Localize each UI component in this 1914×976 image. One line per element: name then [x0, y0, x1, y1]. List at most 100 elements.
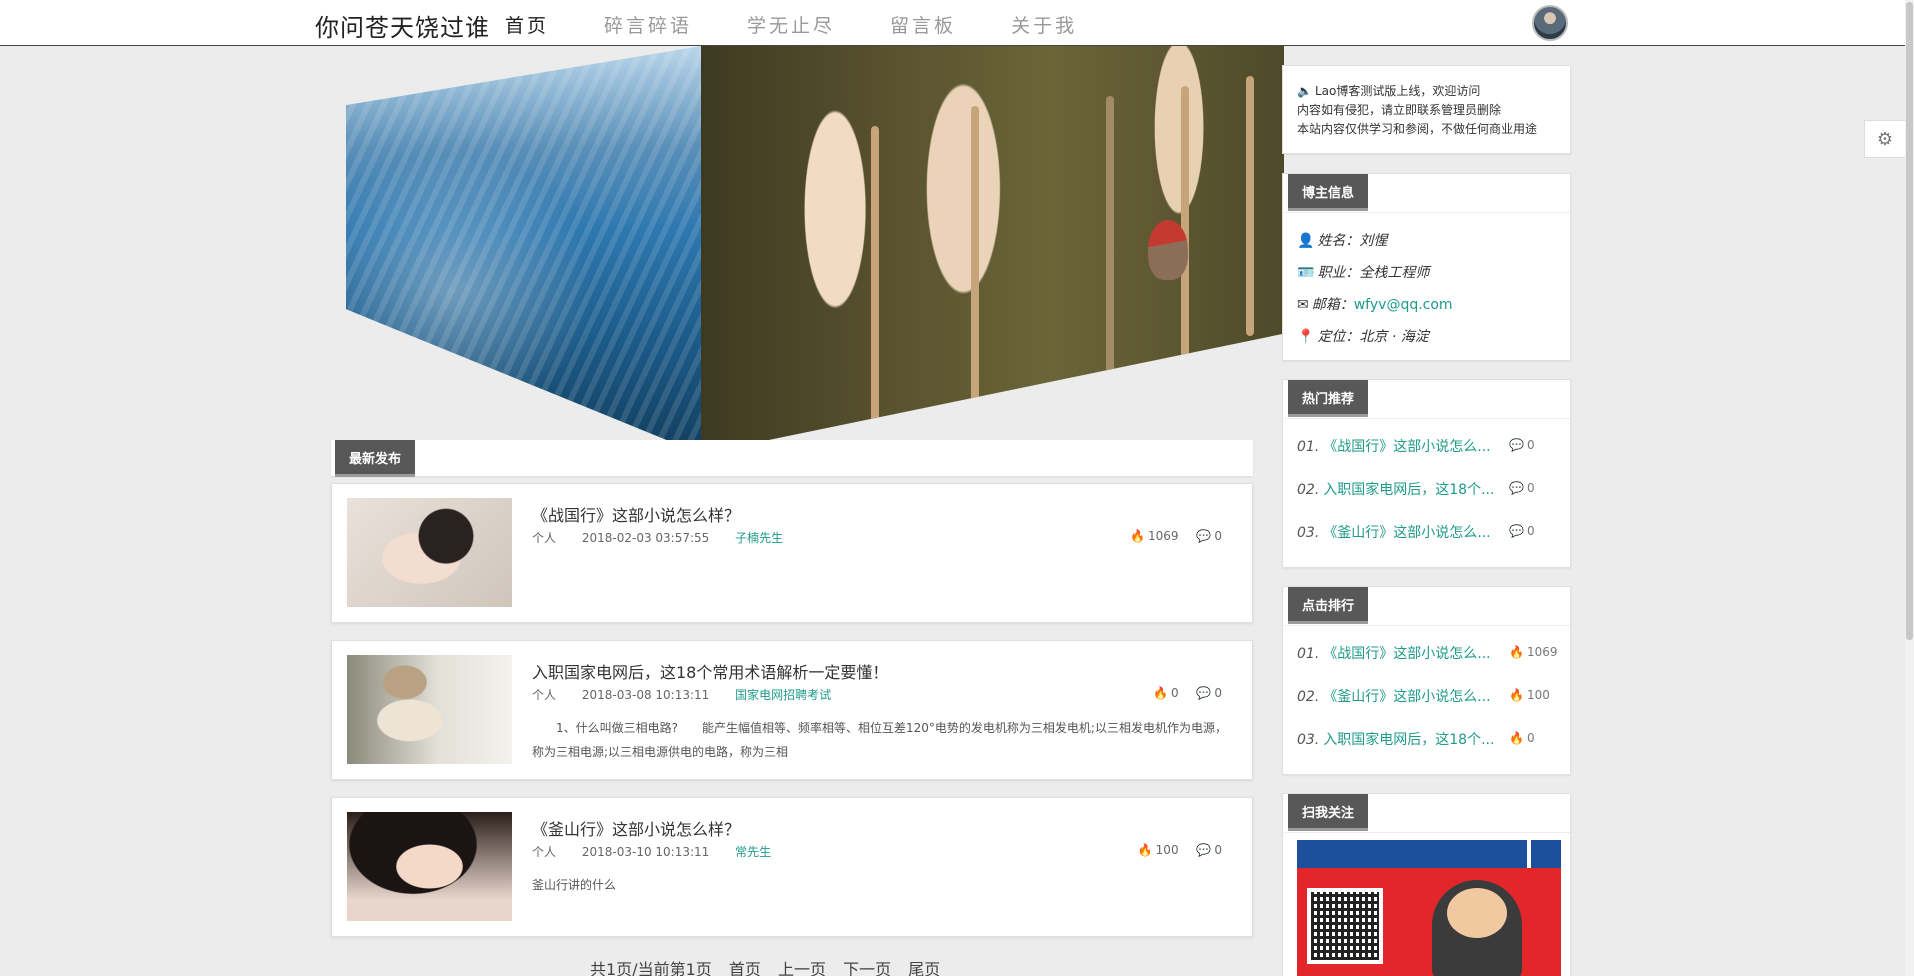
fire-icon: 🔥 [1137, 843, 1153, 857]
pager-next[interactable]: 下一页 [843, 960, 891, 976]
article-thumbnail[interactable] [347, 498, 512, 607]
rank-title[interactable]: 《釜山行》这部小说怎么... [1323, 525, 1490, 541]
owner-location-text: 定位：北京 · 海淀 [1317, 329, 1429, 345]
nav-learning[interactable]: 学无止尽 [747, 11, 835, 38]
notice-box: 🔈 Lao博客测试版上线，欢迎访问 内容如有侵犯，请立即联系管理员删除 本站内容仅… [1282, 65, 1571, 154]
nav-about[interactable]: 关于我 [1011, 11, 1077, 38]
article-tag[interactable]: 子楠先生 [735, 531, 783, 545]
owner-email: ✉ 邮箱：wfyv@qq.com [1297, 294, 1453, 314]
owner-info-label: 博主信息 [1288, 174, 1369, 211]
article-category[interactable]: 个人 [532, 845, 556, 859]
rank-title[interactable]: 《战国行》这部小说怎么... [1323, 646, 1490, 662]
pager-first[interactable]: 首页 [729, 960, 761, 976]
latest-label: 最新发布 [335, 440, 416, 477]
comment-icon: 💬 [1509, 438, 1524, 452]
owner-name-text: 姓名：刘惺 [1317, 233, 1388, 249]
rank-count-value: 0 [1526, 731, 1535, 745]
gear-icon: ⚙ [1876, 128, 1894, 150]
hot-item[interactable]: 02. 入职国家电网后，这18个... 💬 0 [1297, 479, 1559, 499]
page-scrollbar[interactable] [1905, 0, 1914, 976]
pager-last[interactable]: 尾页 [908, 960, 940, 976]
rank-count-value: 0 [1526, 524, 1535, 538]
id-card-icon: 🪪 [1297, 265, 1315, 281]
pagination: 共1页/当前第1页 首页 上一页 下一页 尾页 [590, 956, 952, 976]
owner-email-link[interactable]: wfyv@qq.com [1354, 297, 1453, 313]
settings-gear-button[interactable]: ⚙ [1864, 120, 1905, 158]
notice-line: 内容如有侵犯，请立即联系管理员删除 [1297, 103, 1502, 117]
carousel-slide-glacier[interactable] [346, 46, 701, 454]
article-category[interactable]: 个人 [532, 688, 556, 702]
qr-banner-gap [1527, 840, 1531, 868]
scrollbar-thumb[interactable] [1906, 2, 1913, 640]
pager-summary: 共1页/当前第1页 [590, 960, 712, 976]
main-nav: 首页 碎言碎语 学无止尽 留言板 关于我 [505, 11, 1132, 38]
user-avatar[interactable] [1532, 5, 1568, 41]
qr-banner [1297, 840, 1561, 868]
fire-icon: 🔥 [1509, 645, 1524, 659]
owner-email-label: 邮箱： [1311, 297, 1354, 313]
notice-line: Lao博客测试版上线，欢迎访问 [1314, 84, 1481, 98]
map-pin-icon: 📍 [1297, 329, 1315, 345]
article-stats: 🔥 1069 💬 0 [1116, 529, 1222, 543]
owner-job: 🪪 职业：全栈工程师 [1297, 262, 1429, 282]
rank-number: 01. [1297, 439, 1320, 455]
bird-photo-element [1148, 220, 1188, 280]
comment-icon: 💬 [1196, 686, 1212, 700]
rank-count-value: 0 [1526, 438, 1535, 452]
fire-icon: 🔥 [1509, 731, 1524, 745]
nav-musings[interactable]: 碎言碎语 [604, 11, 692, 38]
pager-prev[interactable]: 上一页 [778, 960, 826, 976]
rank-title[interactable]: 《釜山行》这部小说怎么... [1323, 689, 1490, 705]
click-rank-item[interactable]: 01. 《战国行》这部小说怎么... 🔥 1069 [1297, 643, 1559, 663]
divider [1283, 212, 1570, 213]
cartoon-face [1447, 888, 1507, 938]
owner-location: 📍 定位：北京 · 海淀 [1297, 326, 1429, 346]
article-date: 2018-02-03 03:57:55 [581, 531, 710, 545]
rank-count-value: 100 [1526, 688, 1550, 702]
article-stats: 🔥 0 💬 0 [1139, 686, 1222, 700]
article-thumbnail[interactable] [347, 655, 512, 764]
comment-icon: 💬 [1196, 843, 1212, 857]
article-tag[interactable]: 国家电网招聘考试 [735, 688, 831, 702]
article-title[interactable]: 《战国行》这部小说怎么样？ [532, 502, 740, 526]
site-title[interactable]: 你问苍天饶过谁 [315, 8, 490, 43]
click-ranking-label: 点击排行 [1288, 587, 1369, 624]
comment-icon: 💬 [1509, 524, 1524, 538]
reed-stalk [871, 126, 879, 454]
rank-count: 🔥 0 [1509, 731, 1535, 745]
rank-count: 💬 0 [1509, 481, 1535, 495]
nav-home[interactable]: 首页 [505, 11, 549, 38]
rank-count: 💬 0 [1509, 524, 1535, 538]
follow-box: 扫我关注 [1282, 793, 1571, 976]
hot-item[interactable]: 03. 《釜山行》这部小说怎么... 💬 0 [1297, 522, 1559, 542]
carousel-slide-reeds-bird[interactable] [701, 46, 1284, 454]
click-rank-item[interactable]: 03. 入职国家电网后，这18个... 🔥 0 [1297, 729, 1559, 749]
hot-item[interactable]: 01. 《战国行》这部小说怎么... 💬 0 [1297, 436, 1559, 456]
hot-recommend-box: 热门推荐 01. 《战国行》这部小说怎么... 💬 0 02. 入职国家电网后，这18… [1282, 379, 1571, 568]
article-category[interactable]: 个人 [532, 531, 556, 545]
article-card: 《战国行》这部小说怎么样？ 个人 2018-02-03 03:57:55 子楠先… [331, 483, 1253, 623]
view-count: 0 [1170, 686, 1179, 700]
article-thumbnail[interactable] [347, 812, 512, 921]
nav-guestbook[interactable]: 留言板 [890, 11, 956, 38]
comment-count: 0 [1214, 843, 1222, 857]
divider [1283, 832, 1570, 833]
fire-icon: 🔥 [1130, 529, 1146, 543]
owner-name: 👤 姓名：刘惺 [1297, 230, 1387, 250]
article-card: 《釜山行》这部小说怎么样？ 个人 2018-03-10 10:13:11 常先生… [331, 797, 1253, 937]
article-title[interactable]: 入职国家电网后，这18个常用术语解析一定要懂！ [532, 659, 888, 683]
rank-title[interactable]: 入职国家电网后，这18个... [1323, 482, 1494, 498]
article-title[interactable]: 《釜山行》这部小说怎么样？ [532, 816, 740, 840]
rank-count: 💬 0 [1509, 438, 1535, 452]
rank-count: 🔥 100 [1509, 688, 1550, 702]
qr-code [1307, 888, 1383, 964]
article-card: 入职国家电网后，这18个常用术语解析一定要懂！ 个人 2018-03-08 10… [331, 640, 1253, 780]
comment-icon: 💬 [1196, 529, 1212, 543]
rank-title[interactable]: 入职国家电网后，这18个... [1323, 732, 1494, 748]
image-carousel[interactable] [346, 46, 1284, 454]
article-tag[interactable]: 常先生 [735, 845, 771, 859]
click-rank-item[interactable]: 02. 《釜山行》这部小说怎么... 🔥 100 [1297, 686, 1559, 706]
rank-title[interactable]: 《战国行》这部小说怎么... [1323, 439, 1490, 455]
article-excerpt: 1、什么叫做三相电路? 能产生幅值相等、频率相等、相位互差120°电势的发电机称… [532, 721, 1227, 759]
rank-number: 02. [1297, 482, 1320, 498]
